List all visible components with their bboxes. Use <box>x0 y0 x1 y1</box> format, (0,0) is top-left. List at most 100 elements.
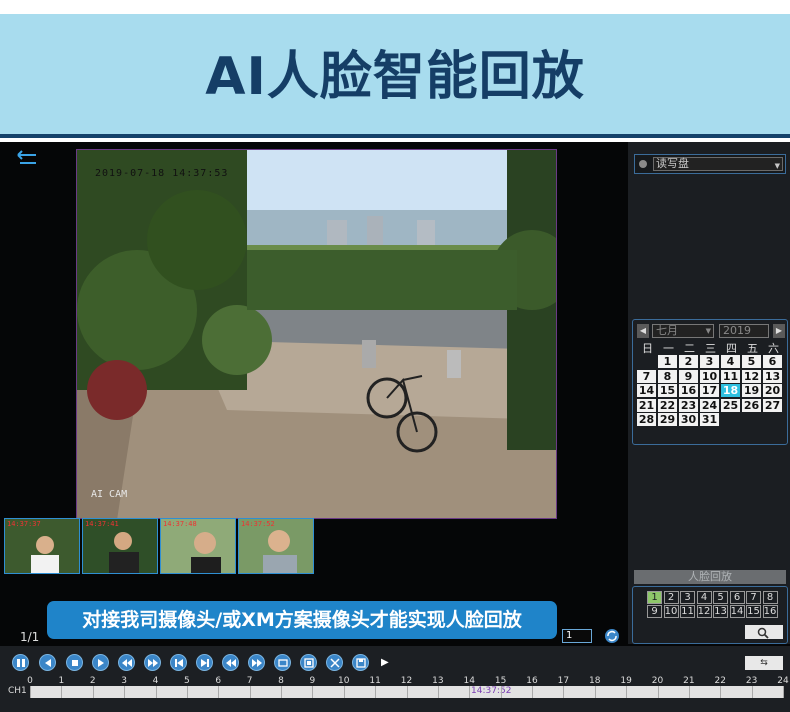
weekday-label: 日 <box>642 342 653 355</box>
face-thumbnail[interactable]: 14:37:37 <box>4 518 80 574</box>
face-channel-button[interactable]: 5 <box>713 591 728 604</box>
hour-tick-label: 17 <box>557 676 570 686</box>
calendar-week-row: 123456 <box>637 355 785 369</box>
sync-icon[interactable] <box>604 628 620 644</box>
next-file-button[interactable] <box>248 654 265 671</box>
calendar-day[interactable]: 17 <box>700 384 719 397</box>
weekday-label: 六 <box>768 342 779 355</box>
calendar-day[interactable]: 6 <box>763 355 782 368</box>
calendar-day[interactable]: 18 <box>721 384 740 397</box>
hour-tick-line <box>186 686 188 698</box>
slow-button[interactable] <box>118 654 135 671</box>
face-channel-button[interactable]: 9 <box>647 605 662 618</box>
month-label: 七月 <box>656 324 678 337</box>
calendar-day[interactable]: 2 <box>679 355 698 368</box>
calendar-day[interactable]: 5 <box>742 355 761 368</box>
face-thumbnail[interactable]: 14:37:41 <box>82 518 158 574</box>
face-channel-button[interactable]: 16 <box>762 605 778 618</box>
calendar-week-row: 14 15 16 17 18 19 20 <box>637 384 785 398</box>
calendar-day[interactable]: 16 <box>679 384 698 397</box>
back-icon[interactable] <box>14 150 40 168</box>
pause-button[interactable] <box>12 654 29 671</box>
next-frame-button[interactable] <box>196 654 213 671</box>
prev-file-button[interactable] <box>222 654 239 671</box>
face-channel-button[interactable]: 11 <box>680 605 695 618</box>
hour-tick-line <box>30 686 31 698</box>
calendar-day[interactable]: 14 <box>637 384 656 397</box>
calendar-day[interactable]: 15 <box>658 384 677 397</box>
disk-dropdown[interactable]: 读写盘 ▼ <box>653 157 783 171</box>
calendar-week-row: 28 29 30 31 <box>637 413 785 427</box>
prev-frame-button[interactable] <box>170 654 187 671</box>
hour-tick-line <box>657 686 659 698</box>
calendar-day[interactable]: 26 <box>742 398 761 412</box>
clip-button[interactable] <box>326 654 343 671</box>
calendar-day[interactable]: 13 <box>763 369 782 383</box>
face-channel-button[interactable]: 10 <box>663 605 679 618</box>
hour-tick-label: 20 <box>651 676 664 686</box>
calendar-day[interactable]: 4 <box>721 355 740 368</box>
calendar-day[interactable]: 24 <box>700 398 719 412</box>
play-button[interactable] <box>92 654 109 671</box>
reverse-play-button[interactable] <box>39 654 56 671</box>
year-input[interactable]: 2019 <box>719 324 769 338</box>
month-select[interactable]: 七月 ▼ <box>652 324 714 338</box>
face-thumbnail[interactable]: 14:37:52 <box>238 518 314 574</box>
hour-tick-line <box>312 686 314 698</box>
swap-button[interactable]: ⇆ <box>745 656 783 670</box>
loop-icon <box>278 659 288 667</box>
calendar-day[interactable]: 25 <box>721 398 740 412</box>
calendar-day[interactable]: 30 <box>679 413 698 426</box>
face-channel-button[interactable]: 7 <box>746 591 761 604</box>
calendar-day[interactable]: 27 <box>763 398 782 412</box>
fast-button[interactable] <box>144 654 161 671</box>
face-channel-button[interactable]: 14 <box>729 605 745 618</box>
fullscreen-button[interactable] <box>300 654 317 671</box>
calendar-day[interactable]: 1 <box>658 355 677 368</box>
next-month-icon[interactable]: ▶ <box>773 324 785 338</box>
face-channel-button[interactable]: 15 <box>746 605 761 618</box>
calendar-day[interactable]: 10 <box>700 369 719 383</box>
face-channel-button[interactable]: 8 <box>762 591 778 604</box>
calendar-day[interactable]: 31 <box>700 413 719 426</box>
face-thumbnails: 14:37:37 14:37:41 14:37:48 14:37:52 <box>4 518 314 574</box>
calendar-day[interactable]: 9 <box>679 369 698 383</box>
face-channel-button[interactable]: 12 <box>696 605 712 618</box>
hour-tick-label: 6 <box>215 676 222 686</box>
stop-button[interactable] <box>66 654 83 671</box>
face-channel-button[interactable]: 3 <box>680 591 695 604</box>
disk-radio-icon[interactable] <box>639 160 647 168</box>
face-thumbnail[interactable]: 14:37:48 <box>160 518 236 574</box>
calendar-day[interactable]: 29 <box>658 413 677 426</box>
face-channel-button[interactable]: 1 <box>647 591 662 604</box>
face-search-button[interactable] <box>745 625 783 639</box>
face-channel-button[interactable]: 6 <box>729 591 745 604</box>
weekday-label: 三 <box>705 342 716 355</box>
calendar-day[interactable]: 3 <box>700 355 719 368</box>
loop-button[interactable] <box>274 654 291 671</box>
disk-selector[interactable]: 读写盘 ▼ <box>634 154 786 174</box>
hour-tick-line <box>375 686 377 698</box>
video-frame[interactable]: 2019-07-18 14:37:53 AI CAM <box>76 149 557 519</box>
face-channel-row: 9 10 11 12 13 14 15 16 <box>647 605 779 618</box>
channel-input[interactable]: 1 <box>562 629 592 643</box>
calendar-day[interactable]: 23 <box>679 398 698 412</box>
calendar-day[interactable]: 7 <box>637 369 656 383</box>
face-channel-button[interactable]: 13 <box>713 605 728 618</box>
expand-arrow-icon[interactable]: ▶ <box>381 657 389 668</box>
hour-tick-line <box>563 686 565 698</box>
face-channel-button[interactable]: 2 <box>663 591 679 604</box>
calendar-day[interactable]: 11 <box>721 369 740 383</box>
hour-tick-label: 14 <box>463 676 475 686</box>
calendar-day[interactable]: 22 <box>658 398 677 412</box>
calendar-day[interactable]: 21 <box>637 398 656 412</box>
calendar-day[interactable]: 19 <box>742 384 761 397</box>
save-button[interactable] <box>352 654 369 671</box>
hour-tick-label: 24 <box>777 676 789 686</box>
face-channel-button[interactable]: 4 <box>696 591 712 604</box>
calendar-day[interactable]: 28 <box>637 413 656 426</box>
prev-month-icon[interactable]: ◀ <box>637 324 649 338</box>
calendar-day[interactable]: 12 <box>742 369 761 383</box>
calendar-day[interactable]: 8 <box>658 369 677 383</box>
calendar-day[interactable]: 20 <box>763 384 782 397</box>
